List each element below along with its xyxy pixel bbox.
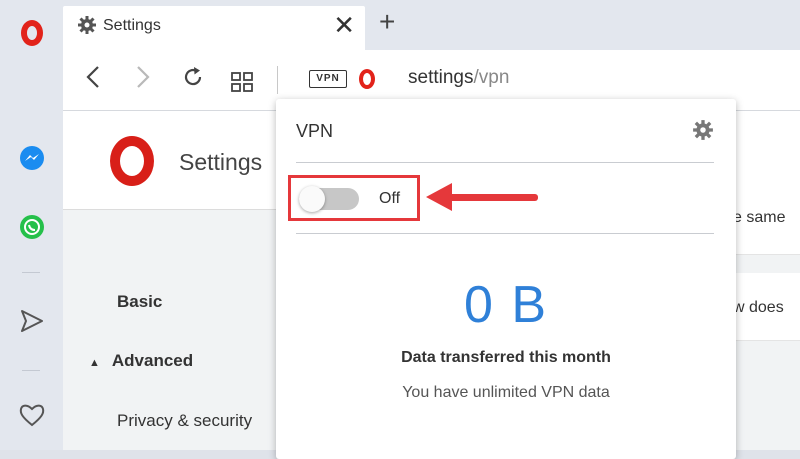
heart-icon[interactable] (0, 400, 63, 430)
opera-logo-icon (110, 136, 154, 186)
url-path: /vpn (473, 67, 510, 88)
vpn-badge[interactable]: VPN (309, 70, 347, 88)
vpn-popup: VPN Off 0 B Data transferred this month … (276, 99, 736, 459)
url-host: settings (408, 67, 474, 88)
opera-sidebar (0, 0, 64, 450)
sidebar-divider (22, 272, 40, 273)
data-unlimited-note: You have unlimited VPN data (402, 384, 610, 401)
nav-item-advanced-label: Advanced (111, 351, 194, 370)
messenger-icon[interactable] (0, 143, 63, 173)
expand-arrow-icon: ▲ (89, 357, 100, 369)
nav-item-privacy[interactable]: Privacy & security (117, 411, 252, 431)
toolbar-divider (277, 66, 278, 94)
sidebar-divider (22, 370, 40, 371)
data-transferred-value: 0 B (463, 276, 549, 334)
url-field[interactable]: settings/vpn (408, 67, 509, 89)
opera-logo-icon[interactable] (0, 18, 63, 48)
page-title: Settings (179, 149, 263, 175)
vpn-toggle-highlight: Off (288, 175, 420, 221)
tab-title: Settings (103, 17, 161, 34)
gear-icon[interactable] (692, 119, 714, 146)
divider (296, 233, 714, 234)
nav-item-advanced[interactable]: ▲ Advanced (89, 351, 193, 371)
background-card: e same (733, 183, 800, 255)
nav-item-basic[interactable]: Basic (117, 292, 162, 312)
background-card: w does (733, 273, 800, 341)
background-text: w does (733, 299, 784, 316)
background-text: e same (733, 209, 786, 226)
tab-settings[interactable]: Settings ✕ (63, 6, 365, 50)
close-tab-icon[interactable]: ✕ (333, 10, 355, 41)
vpn-toggle[interactable] (299, 186, 359, 212)
whatsapp-icon[interactable] (0, 212, 63, 242)
reload-button[interactable] (181, 65, 205, 96)
opera-logo-icon (359, 69, 375, 89)
toggle-knob (299, 186, 325, 212)
tab-strip: Settings ✕ + (63, 0, 800, 50)
back-button[interactable] (85, 64, 101, 97)
arrow-shaft (448, 194, 538, 201)
vpn-popup-title: VPN (296, 121, 334, 141)
gear-icon (77, 15, 97, 40)
send-icon[interactable] (0, 306, 63, 336)
new-tab-button[interactable]: + (379, 6, 395, 38)
vpn-toggle-label: Off (379, 190, 401, 207)
data-transferred-label: Data transferred this month (401, 349, 611, 366)
divider (296, 162, 714, 163)
grid-icon[interactable] (231, 68, 253, 99)
forward-button[interactable] (135, 64, 151, 97)
